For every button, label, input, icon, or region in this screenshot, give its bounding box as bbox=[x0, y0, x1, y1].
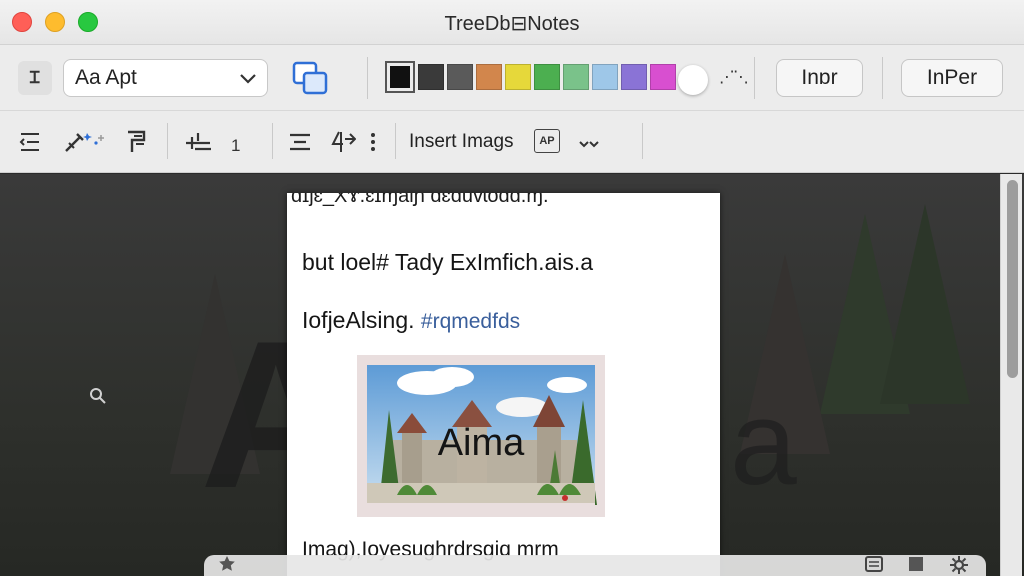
color-swatch-green[interactable] bbox=[534, 64, 560, 90]
toolbar-divider bbox=[754, 57, 755, 99]
title-bar: TreeDb⊟Notes bbox=[0, 0, 1024, 45]
background-large-letter-right: a bbox=[730, 376, 797, 510]
align-center-icon[interactable] bbox=[288, 129, 312, 155]
toolbar-divider bbox=[395, 123, 396, 159]
font-select[interactable]: Aa Apt bbox=[63, 59, 268, 97]
line-height-icon[interactable] bbox=[330, 129, 356, 155]
background-tree bbox=[880, 204, 970, 404]
outdent-icon[interactable] bbox=[18, 129, 42, 155]
color-swatch-magenta[interactable] bbox=[650, 64, 676, 90]
vertical-scrollbar[interactable] bbox=[1000, 174, 1022, 576]
bottom-status-bar bbox=[204, 555, 986, 576]
window-title: TreeDb⊟Notes bbox=[444, 13, 580, 35]
insert-image-icon[interactable]: AP bbox=[534, 129, 560, 153]
toolbar-divider bbox=[882, 57, 883, 99]
color-swatch-purple[interactable] bbox=[621, 64, 647, 90]
more-vertical-icon[interactable] bbox=[366, 129, 380, 155]
document-text: IofjeAlsing. bbox=[302, 307, 415, 333]
color-swatch-yellow[interactable] bbox=[505, 64, 531, 90]
document-text-line: IofjeAlsing. #rqmedfds bbox=[302, 307, 520, 334]
color-swatch-orange[interactable] bbox=[476, 64, 502, 90]
formatting-toolbar: Ꮖ Aa Apt ⋰⋱ Inɒr InPer bbox=[0, 45, 1024, 111]
toolbar-divider bbox=[367, 57, 368, 99]
more-options-icon[interactable] bbox=[578, 131, 600, 157]
gear-icon[interactable] bbox=[949, 555, 969, 576]
insert-toolbar: 1 Insert Imags AP bbox=[0, 111, 1024, 173]
toolbar-divider bbox=[642, 123, 643, 159]
document-text-line: but loel# Tady ExImfich.ais.a bbox=[302, 249, 594, 275]
search-icon[interactable] bbox=[88, 386, 108, 411]
scrollbar-thumb[interactable] bbox=[1007, 180, 1018, 378]
style-button[interactable]: Ꮖ bbox=[18, 61, 52, 95]
magic-wand-icon[interactable] bbox=[63, 129, 107, 155]
color-swatch-lightgreen[interactable] bbox=[563, 64, 589, 90]
hashtag-link[interactable]: #rqmedfds bbox=[421, 310, 520, 333]
add-indent-icon[interactable] bbox=[184, 129, 212, 155]
toolbar-divider bbox=[167, 123, 168, 159]
embedded-image[interactable]: Aima bbox=[357, 355, 605, 517]
document-partial-line: ɑ̃ɪjɛ_Xɤ.ɛɪɱaiɲ ɑɛɑuvɩoɑɑ.ɱ. bbox=[291, 193, 549, 207]
chevron-down-icon bbox=[239, 62, 257, 108]
more-colors-icon[interactable]: ⋰⋱ bbox=[719, 67, 749, 87]
list-number-label: 1 bbox=[231, 136, 241, 155]
color-swatch-black[interactable] bbox=[385, 61, 415, 93]
document-icon[interactable] bbox=[864, 555, 884, 576]
color-swatches bbox=[385, 61, 676, 93]
editor-canvas[interactable]: A a ɑ̃ɪjɛ_Xɤ.ɛɪɱaiɲ ɑɛɑuvɩoɑɑ.ɱ. but loe… bbox=[0, 174, 1024, 576]
color-swatch-gray[interactable] bbox=[447, 64, 473, 90]
insert-right-button[interactable]: InPer bbox=[901, 59, 1003, 97]
format-paint-icon[interactable] bbox=[124, 129, 150, 155]
font-select-value: Aa Apt bbox=[75, 66, 137, 89]
insert-image-label[interactable]: Insert Imags bbox=[409, 131, 514, 153]
star-icon[interactable] bbox=[218, 555, 236, 576]
color-swatch-white[interactable] bbox=[678, 65, 708, 95]
document-page[interactable]: ɑ̃ɪjɛ_Xɤ.ɛɪɱaiɲ ɑɛɑuvɩoɑɑ.ɱ. but loel# T… bbox=[287, 193, 720, 576]
new-window-icon[interactable] bbox=[291, 61, 329, 95]
bookmark-icon[interactable] bbox=[906, 555, 926, 576]
color-swatch-lightblue[interactable] bbox=[592, 64, 618, 90]
toolbar-divider bbox=[272, 123, 273, 159]
embedded-image-text: Aima bbox=[438, 422, 525, 464]
insert-left-button[interactable]: Inɒr bbox=[776, 59, 863, 97]
color-swatch-darkgray[interactable] bbox=[418, 64, 444, 90]
